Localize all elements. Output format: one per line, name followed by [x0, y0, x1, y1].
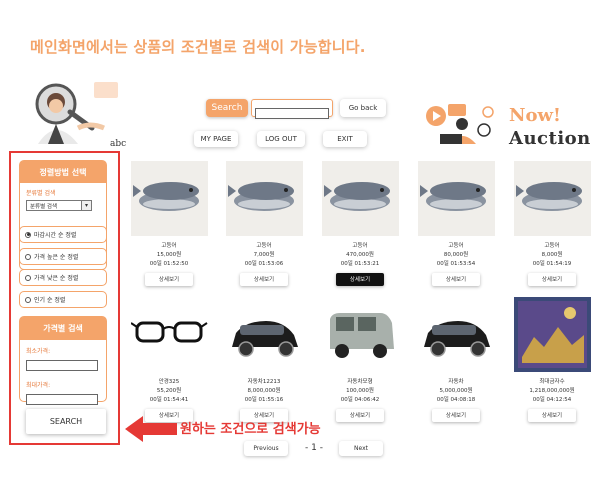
product-time: 00일 01:53:06 — [244, 261, 284, 267]
next-page-button[interactable]: Next — [339, 441, 383, 456]
product-card[interactable]: 고등어 7,000원 00일 01:53:06 상세보기 — [224, 161, 304, 286]
poster-icon — [513, 297, 591, 372]
radio-icon — [25, 296, 31, 303]
product-name: 고등어 — [352, 243, 368, 249]
logout-button[interactable]: LOG OUT — [257, 131, 305, 147]
exit-button[interactable]: EXIT — [323, 131, 367, 147]
radio-icon — [25, 274, 31, 281]
auction-logo-icon — [426, 104, 494, 144]
category-select[interactable]: 분류별 검색 ▾ — [26, 200, 92, 211]
page-headline: 메인화면에서는 상품의 조건별로 검색이 가능합니다. — [30, 38, 366, 56]
product-time: 00일 01:54:41 — [149, 397, 189, 403]
logo-now-text: Now! — [509, 105, 561, 126]
product-card[interactable]: 자동차 5,000,000원 00일 04:08:18 상세보기 — [416, 297, 496, 422]
product-name: 고등어 — [256, 243, 272, 249]
product-price: 7,000원 — [253, 252, 275, 258]
product-price: 15,000원 — [156, 252, 182, 258]
price-panel-title: 가격별 검색 — [20, 317, 106, 340]
min-price-input[interactable] — [26, 360, 98, 371]
detail-button[interactable]: 상세보기 — [240, 272, 288, 286]
min-price-label: 최소가격: — [26, 348, 51, 355]
chevron-down-icon: ▾ — [81, 201, 91, 210]
product-card[interactable]: 고등어 80,000원 00일 01:53:54 상세보기 — [416, 161, 496, 286]
product-price: 5,000,000원 — [439, 388, 473, 394]
product-card[interactable]: 최대금자수 1,218,000,000원 00일 04:12:54 상세보기 — [512, 297, 592, 422]
arrow-left-icon — [125, 416, 177, 442]
sort-option-label: 가격 높은 순 정렬 — [34, 254, 79, 261]
sort-panel-title: 정렬방법 선택 — [20, 161, 106, 183]
current-page-number: - 1 - — [305, 443, 323, 453]
detail-button[interactable]: 상세보기 — [432, 408, 480, 422]
max-price-label: 최대가격: — [26, 382, 51, 389]
detail-button[interactable]: 상세보기 — [336, 272, 384, 286]
product-name: 고등어 — [448, 243, 464, 249]
fish-icon — [225, 161, 303, 236]
product-name: 안경325 — [158, 379, 180, 385]
detail-button[interactable]: 상세보기 — [528, 408, 576, 422]
product-card[interactable]: 자동차모형 100,000원 00일 04:06:42 상세보기 — [320, 297, 400, 422]
detail-button[interactable]: 상세보기 — [145, 272, 193, 286]
product-price: 100,000원 — [346, 388, 374, 394]
fish-icon — [130, 161, 208, 236]
sidebar-search-button[interactable]: SEARCH — [26, 409, 106, 434]
sort-option-deadline[interactable]: 마감시간 순 정렬 — [19, 226, 107, 243]
product-name: 자동차12213 — [247, 379, 281, 385]
product-time: 00일 01:54:19 — [532, 261, 572, 267]
car-icon — [417, 297, 495, 372]
product-time: 00일 01:52:50 — [149, 261, 189, 267]
product-name: 고등어 — [161, 243, 177, 249]
annotation-text: 원하는 조건으로 검색가능 — [180, 422, 321, 437]
product-time: 00일 01:53:54 — [436, 261, 476, 267]
product-time: 00일 04:06:42 — [340, 397, 380, 403]
fish-icon — [417, 161, 495, 236]
detail-button[interactable]: 상세보기 — [432, 272, 480, 286]
product-card[interactable]: 고등어 470,000원 00일 01:53:21 상세보기 — [320, 161, 400, 286]
product-card[interactable]: 고등어 8,000원 00일 01:54:19 상세보기 — [512, 161, 592, 286]
van-icon — [321, 297, 399, 372]
go-back-button[interactable]: Go back — [340, 99, 386, 117]
sort-option-price-low[interactable]: 가격 낮은 순 정렬 — [19, 269, 107, 286]
product-price: 80,000원 — [443, 252, 469, 258]
product-name: 고등어 — [544, 243, 560, 249]
illustration-caption: abc — [110, 139, 127, 149]
search-field-wrapper — [251, 99, 333, 119]
product-name: 최대금자수 — [539, 379, 565, 385]
glasses-icon — [130, 297, 208, 372]
product-time: 00일 04:08:18 — [436, 397, 476, 403]
price-panel: 가격별 검색 최소가격: 최대가격: — [19, 316, 107, 405]
detail-button[interactable]: 상세보기 — [336, 408, 384, 422]
product-card[interactable]: 고등어 15,000원 00일 01:52:50 상세보기 — [129, 161, 209, 286]
max-price-input[interactable] — [26, 394, 98, 405]
product-card[interactable]: 자동차12213 8,000,000원 00일 01:55:16 상세보기 — [224, 297, 304, 422]
product-card[interactable]: 안경325 55,200원 00일 01:54:41 상세보기 — [129, 297, 209, 422]
search-input[interactable] — [255, 108, 329, 119]
fish-icon — [321, 161, 399, 236]
detail-button[interactable]: 상세보기 — [528, 272, 576, 286]
sort-option-label: 마감시간 순 정렬 — [34, 232, 77, 239]
fish-icon — [513, 161, 591, 236]
search-button[interactable]: Search — [206, 99, 248, 117]
logo-auction-text: Auction — [509, 128, 591, 149]
product-name: 자동차 — [448, 379, 464, 385]
product-time: 00일 01:53:21 — [340, 261, 380, 267]
product-name: 자동차모형 — [347, 379, 373, 385]
radio-icon — [25, 253, 31, 260]
previous-page-button[interactable]: Previous — [244, 441, 288, 456]
category-label: 분류별 검색 — [26, 190, 56, 197]
category-select-value: 분류별 검색 — [30, 203, 58, 210]
product-price: 8,000원 — [541, 252, 563, 258]
sort-option-label: 가격 낮은 순 정렬 — [34, 275, 79, 282]
product-price: 1,218,000,000원 — [529, 388, 575, 394]
car-icon — [225, 297, 303, 372]
radio-icon — [25, 231, 31, 238]
product-price: 55,200원 — [156, 388, 182, 394]
product-price: 470,000원 — [346, 252, 374, 258]
my-page-button[interactable]: MY PAGE — [194, 131, 238, 147]
product-time: 00일 04:12:54 — [532, 397, 572, 403]
sort-option-label: 인기 순 정렬 — [34, 297, 66, 304]
sort-option-price-high[interactable]: 가격 높은 순 정렬 — [19, 248, 107, 265]
product-price: 8,000,000원 — [247, 388, 281, 394]
sort-option-popular[interactable]: 인기 순 정렬 — [19, 291, 107, 308]
product-time: 00일 01:55:16 — [244, 397, 284, 403]
